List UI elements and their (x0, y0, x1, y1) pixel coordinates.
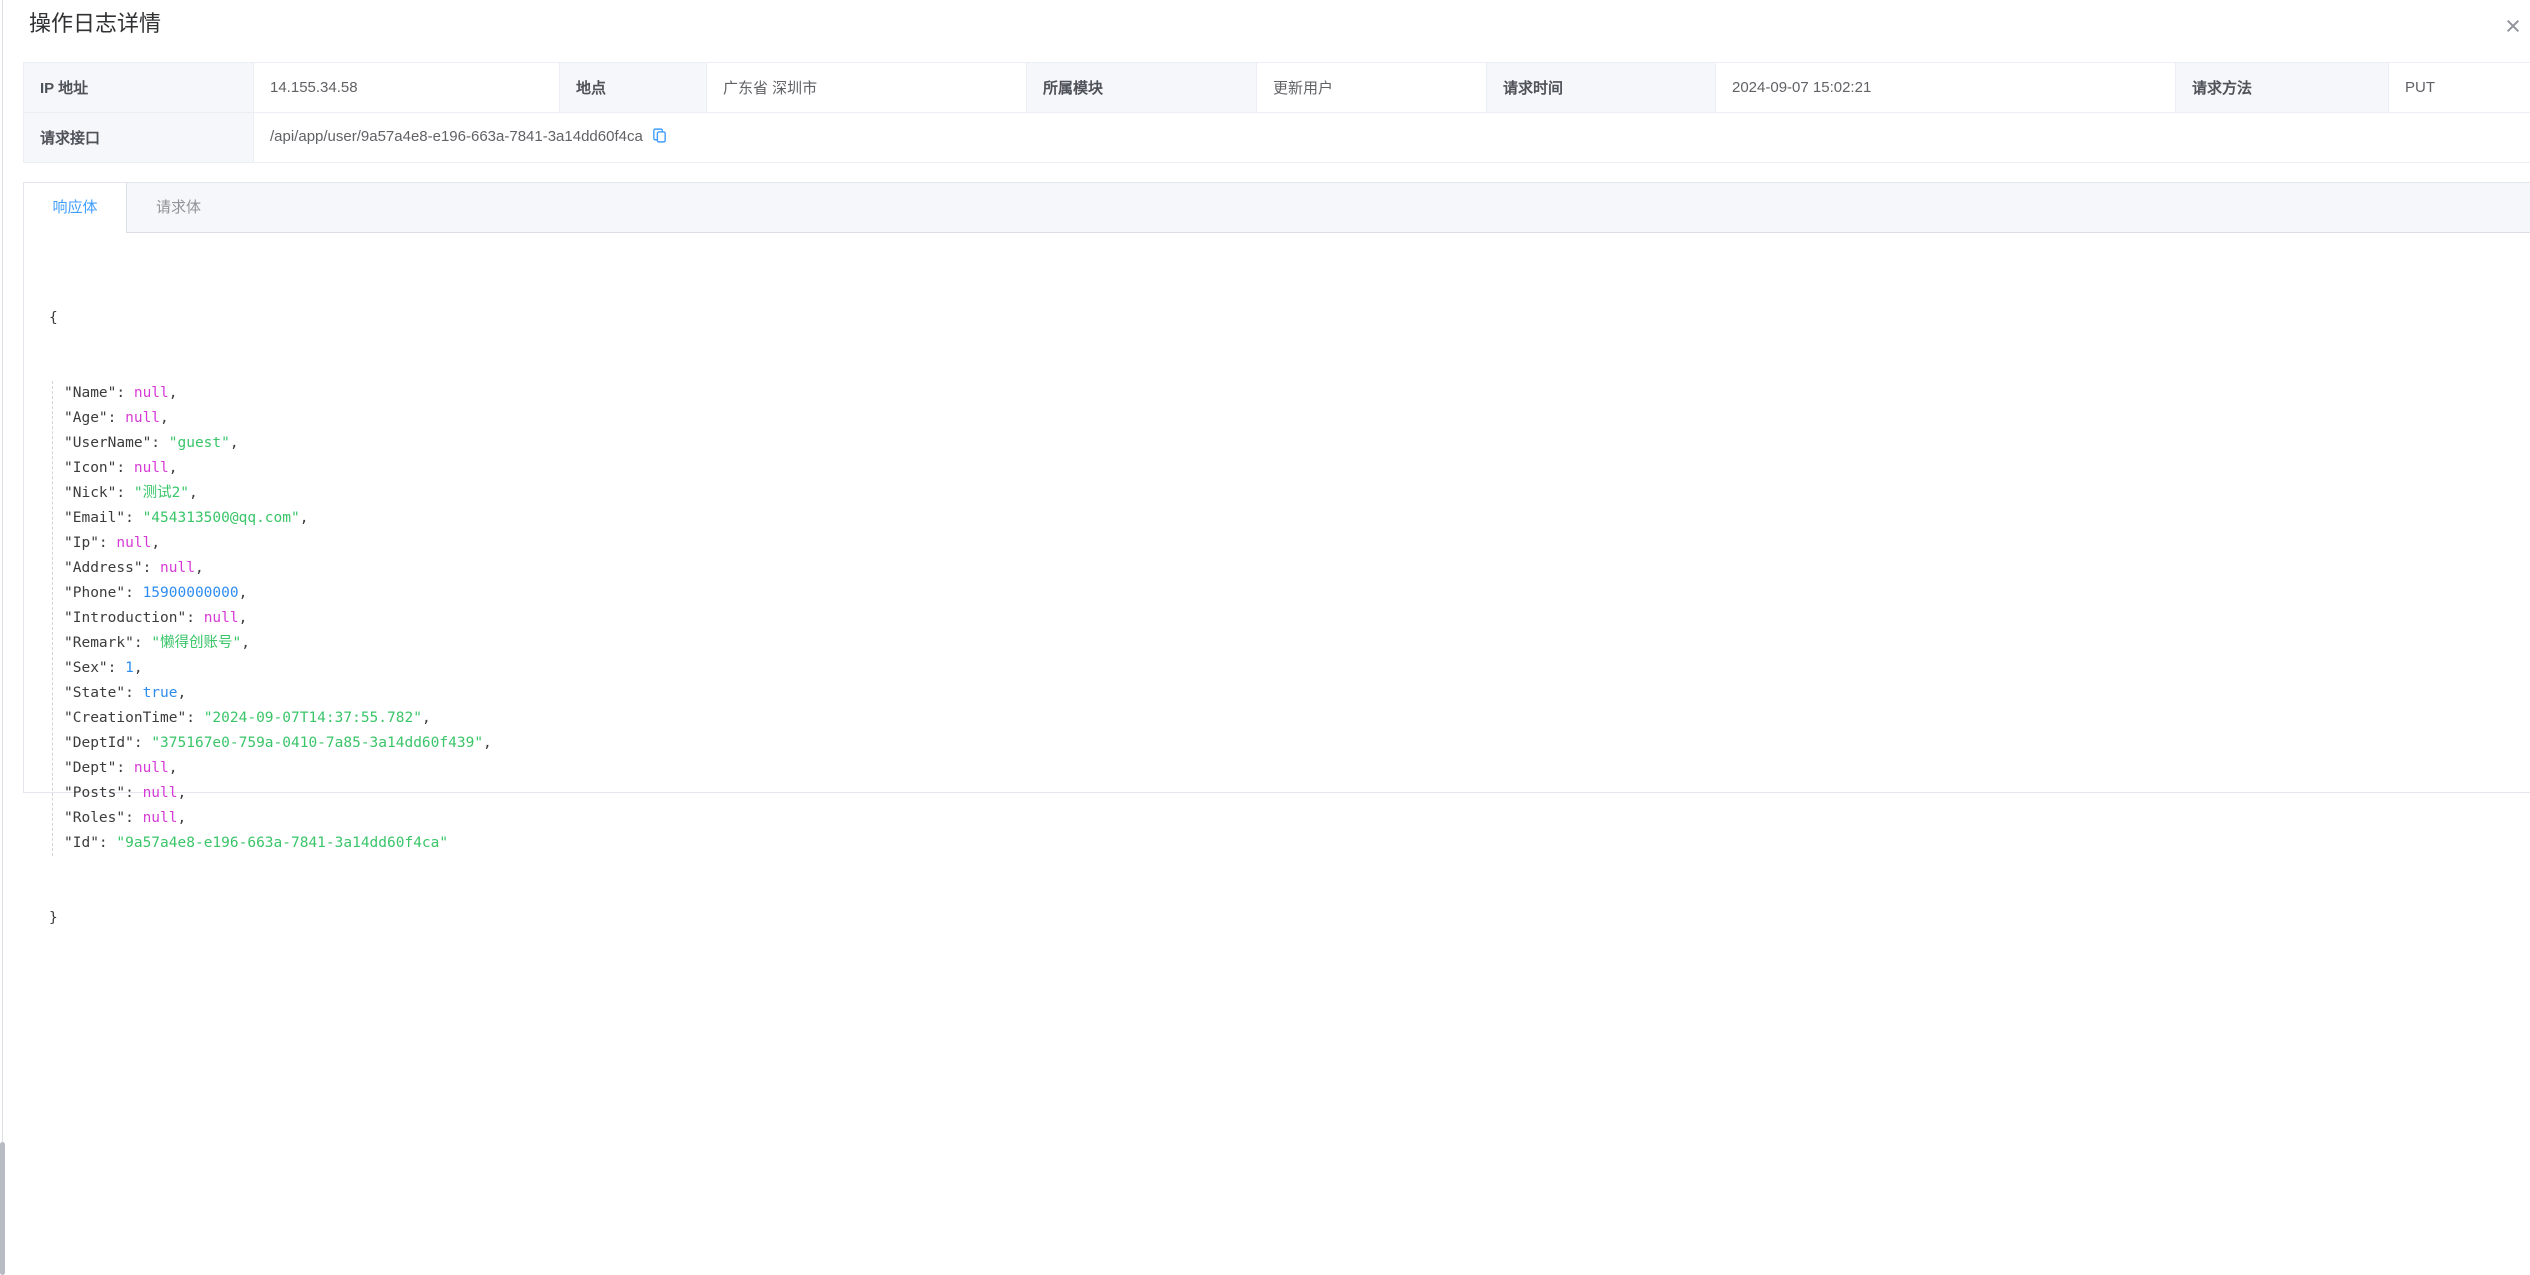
json-value: null (143, 810, 178, 826)
json-line: "UserName": "guest", (64, 431, 2530, 456)
json-value: null (116, 535, 151, 551)
location-value: 广东省 深圳市 (707, 63, 1027, 113)
json-line: "Icon": null, (64, 456, 2530, 481)
tab-bar: 响应体 请求体 (24, 183, 2530, 233)
json-value: "9a57a4e8-e196-663a-7841-3a14dd60f4ca" (116, 835, 448, 851)
request-method-value: PUT (2389, 63, 2530, 113)
ip-label: IP 地址 (24, 63, 254, 113)
json-line: "Age": null, (64, 406, 2530, 431)
request-api-value: /api/app/user/9a57a4e8-e196-663a-7841-3a… (254, 113, 2530, 163)
json-value: "375167e0-759a-0410-7a85-3a14dd60f439" (151, 735, 483, 751)
json-line: "Phone": 15900000000, (64, 581, 2530, 606)
json-line: "Email": "454313500@qq.com", (64, 506, 2530, 531)
page-title: 操作日志详情 (29, 6, 161, 38)
table-row: 请求接口 /api/app/user/9a57a4e8-e196-663a-78… (24, 113, 2530, 163)
json-value: null (134, 460, 169, 476)
json-close-brace: } (49, 906, 2530, 931)
json-value: "2024-09-07T14:37:55.782" (204, 710, 422, 726)
json-value: 1 (125, 660, 134, 676)
body-tabs-card: 响应体 请求体 { "Name": null,"Age": null,"User… (23, 182, 2530, 793)
json-line: "Id": "9a57a4e8-e196-663a-7841-3a14dd60f… (64, 831, 2530, 856)
json-line: "State": true, (64, 681, 2530, 706)
json-value: "测试2" (134, 485, 189, 501)
response-body-json-viewer: { "Name": null,"Age": null,"UserName": "… (24, 233, 2530, 981)
json-line: "Posts": null, (64, 781, 2530, 806)
module-label: 所属模块 (1027, 63, 1257, 113)
json-value: null (134, 760, 169, 776)
location-label: 地点 (560, 63, 707, 113)
json-line: "Remark": "懒得创账号", (64, 631, 2530, 656)
json-value: null (125, 410, 160, 426)
request-method-label: 请求方法 (2176, 63, 2389, 113)
json-line: "Introduction": null, (64, 606, 2530, 631)
scrollbar-thumb[interactable] (0, 1142, 5, 1275)
ip-value: 14.155.34.58 (254, 63, 560, 113)
close-icon[interactable]: × (2497, 10, 2529, 42)
log-details-table: IP 地址 14.155.34.58 地点 广东省 深圳市 所属模块 更新用户 … (23, 62, 2530, 163)
json-value: null (160, 560, 195, 576)
request-time-label: 请求时间 (1487, 63, 1716, 113)
json-value: null (143, 785, 178, 801)
json-open-brace: { (49, 306, 2530, 331)
request-api-path: /api/app/user/9a57a4e8-e196-663a-7841-3a… (270, 128, 643, 145)
json-value: "454313500@qq.com" (143, 510, 300, 526)
json-line: "Ip": null, (64, 531, 2530, 556)
json-lines: "Name": null,"Age": null,"UserName": "gu… (52, 381, 2530, 856)
table-row: IP 地址 14.155.34.58 地点 广东省 深圳市 所属模块 更新用户 … (24, 63, 2530, 113)
request-api-label: 请求接口 (24, 113, 254, 163)
json-line: "CreationTime": "2024-09-07T14:37:55.782… (64, 706, 2530, 731)
tab-request-body[interactable]: 请求体 (127, 183, 230, 232)
json-line: "Sex": 1, (64, 656, 2530, 681)
json-value: true (143, 685, 178, 701)
json-line: "Nick": "测试2", (64, 481, 2530, 506)
json-line: "DeptId": "375167e0-759a-0410-7a85-3a14d… (64, 731, 2530, 756)
json-line: "Name": null, (64, 381, 2530, 406)
json-value: "guest" (169, 435, 230, 451)
tab-response-body[interactable]: 响应体 (24, 183, 127, 233)
json-value: "懒得创账号" (151, 635, 241, 651)
json-value: 15900000000 (143, 585, 239, 601)
page-left-border (2, 0, 3, 1275)
json-line: "Dept": null, (64, 756, 2530, 781)
request-time-value: 2024-09-07 15:02:21 (1716, 63, 2176, 113)
copy-icon[interactable] (651, 127, 668, 148)
json-value: null (134, 385, 169, 401)
module-value: 更新用户 (1257, 63, 1487, 113)
json-line: "Address": null, (64, 556, 2530, 581)
json-line: "Roles": null, (64, 806, 2530, 831)
json-value: null (204, 610, 239, 626)
